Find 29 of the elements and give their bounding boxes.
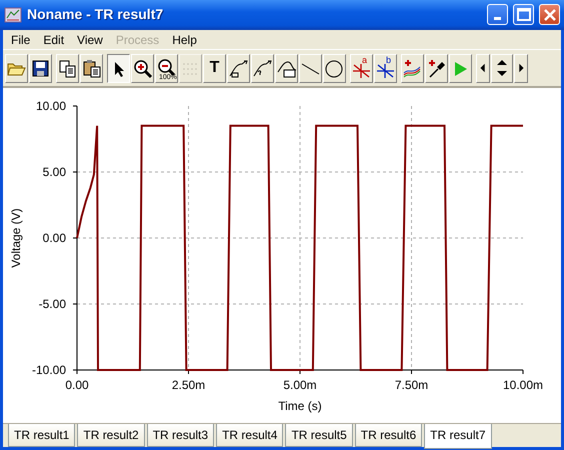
tick-label: 5.00m — [283, 378, 317, 392]
menu-item[interactable]: File — [5, 30, 38, 49]
tick-label: 2.50m — [172, 378, 206, 392]
toolbar-button[interactable]: b — [374, 54, 397, 83]
tab[interactable]: TR result7 — [424, 424, 492, 449]
tab[interactable]: TR result4 — [216, 424, 284, 447]
window-title: Noname - TR result7 — [27, 5, 164, 24]
text-tool-button[interactable]: T — [203, 54, 226, 83]
tick-label: 7.50m — [394, 378, 428, 392]
toolbar-button[interactable]: a — [350, 54, 373, 83]
icon-label: a — [362, 56, 367, 65]
tab[interactable]: TR result6 — [354, 424, 422, 447]
axis-title: Voltage (V) — [9, 208, 23, 268]
tick-label: 5.00 — [42, 165, 66, 179]
tick-label: -10.00 — [32, 363, 66, 377]
tab[interactable]: TR result1 — [8, 424, 76, 447]
tick-label: 0.00 — [42, 231, 66, 245]
tick-label: 0.00 — [65, 378, 89, 392]
menu-item[interactable]: Edit — [37, 30, 72, 49]
tab[interactable]: TR result2 — [77, 424, 145, 447]
tick-label: 10.00m — [502, 378, 544, 392]
tab[interactable]: TR result3 — [146, 424, 214, 447]
axis-title: Time (s) — [278, 399, 322, 413]
icon-label: b — [386, 56, 391, 65]
menu-item[interactable]: Help — [166, 30, 204, 49]
tick-label: -5.00 — [38, 297, 66, 311]
tab[interactable]: TR result5 — [285, 424, 353, 447]
menu-item[interactable]: View — [71, 30, 110, 49]
tick-label: 10.00 — [36, 99, 66, 113]
